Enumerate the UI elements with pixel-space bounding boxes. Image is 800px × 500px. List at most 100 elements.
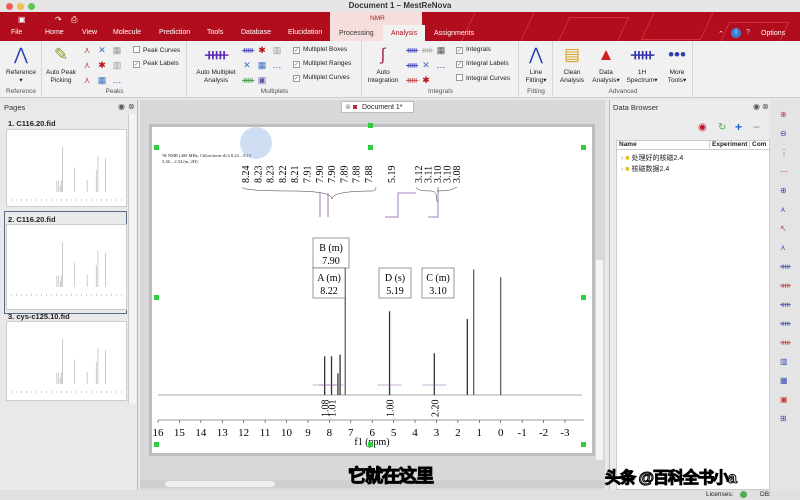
ribbon-tool-icon[interactable]: ▦ <box>436 45 446 55</box>
ribbon-tool-icon[interactable]: ▣ <box>257 75 267 85</box>
undock-icon[interactable]: ◉ <box>118 102 125 111</box>
print-icon[interactable]: ⎙ <box>71 15 77 25</box>
side-tool-icon[interactable]: ⋏ <box>780 205 786 214</box>
side-tool-icon[interactable]: ⋏ <box>780 243 786 252</box>
side-tool-icon[interactable]: ⊞ <box>780 414 787 423</box>
info-icon[interactable]: i <box>731 28 741 38</box>
side-tool-icon[interactable]: ⊕ <box>780 186 787 195</box>
checkbox-multiplet-boxes[interactable]: ✓ Multiplet Boxes <box>293 46 347 54</box>
redo-icon[interactable]: ↷ <box>55 15 62 24</box>
side-tool-icon[interactable]: ᚔ <box>780 281 791 290</box>
data-analysis-button[interactable]: ▲ Data Analysis▾ <box>590 44 622 85</box>
remove-icon[interactable]: − <box>753 120 760 134</box>
ribbon-tool-icon[interactable]: ▥ <box>272 45 282 55</box>
ribbon-tool-icon[interactable]: ᚔ <box>421 45 433 55</box>
checkbox-multiplet-curves[interactable]: ✓ Multiplet Curves <box>293 74 350 82</box>
checkbox-peak-curves[interactable]: Peak Curves <box>133 46 180 54</box>
side-tool-icon[interactable]: ↖ <box>780 224 787 233</box>
side-tool-icon[interactable]: ᚔ <box>780 319 791 328</box>
side-tool-icon[interactable]: ⊕ <box>780 110 787 119</box>
zoom-window-button[interactable] <box>28 3 35 10</box>
tab-molecule[interactable]: Molecule <box>113 29 141 36</box>
ribbon-tool-icon[interactable]: … <box>112 75 122 85</box>
column-experiment[interactable]: Experiment <box>709 141 747 148</box>
resize-handle[interactable] <box>368 145 373 150</box>
ribbon-tool-icon[interactable]: ᚔ <box>242 75 254 85</box>
tab-tools[interactable]: Tools <box>207 29 223 36</box>
license-status-icon[interactable] <box>740 491 747 498</box>
collapse-ribbon-icon[interactable]: ⌃ <box>718 30 724 38</box>
column-comment[interactable]: Com <box>749 141 766 148</box>
ribbon-tool-icon[interactable]: … <box>272 60 282 70</box>
auto-multiplet-analysis-button[interactable]: ᚔ Auto Multiplet Analysis <box>192 44 240 85</box>
ribbon-tool-icon[interactable]: ▦ <box>112 45 122 55</box>
resize-handle[interactable] <box>581 145 586 150</box>
ribbon-tool-icon[interactable]: ✕ <box>421 60 431 70</box>
resize-handle[interactable] <box>154 295 159 300</box>
line-fitting-button[interactable]: ⋀ Line Fitting▾ <box>520 44 552 85</box>
ribbon-tool-icon[interactable]: ▦ <box>97 75 107 85</box>
ribbon-tool-icon[interactable]: ✱ <box>97 60 107 70</box>
tab-file[interactable]: File <box>11 29 22 36</box>
tab-prediction[interactable]: Prediction <box>159 29 190 36</box>
auto-integration-button[interactable]: ∫ Auto Integration <box>364 44 402 85</box>
ribbon-tool-icon[interactable]: ᚔ <box>242 45 254 55</box>
close-window-button[interactable] <box>6 3 13 10</box>
undock-icon[interactable]: ◉ <box>753 102 760 111</box>
side-tool-icon[interactable]: ⊖ <box>780 129 787 138</box>
side-tool-icon[interactable]: ⋯ <box>780 167 788 176</box>
tree-item-folder[interactable]: › ■ 核磁数据2.4 <box>621 164 669 174</box>
spectrum-canvas[interactable]: 16 15 14 13 12 11 10 9 8 7 6 5 4 3 2 1 0 -1 -2 -3 f1 (ppm) 8.… <box>152 123 592 453</box>
minimize-window-button[interactable] <box>17 3 24 10</box>
save-icon[interactable]: ▣ <box>18 15 26 24</box>
ribbon-tool-icon[interactable]: ▥ <box>112 60 122 70</box>
reference-button[interactable]: ⋀ Reference ▾ <box>2 44 40 85</box>
tab-assignments[interactable]: Assignments <box>434 30 474 37</box>
resize-handle[interactable] <box>581 295 586 300</box>
more-tools-button[interactable]: ••• More Tools▾ <box>663 44 691 85</box>
ribbon-tool-icon[interactable]: ᚔ <box>406 60 418 70</box>
resize-handle[interactable] <box>368 442 373 447</box>
clean-analysis-button[interactable]: ▤ Clean Analysis <box>557 44 587 85</box>
pages-scrollbar[interactable] <box>128 114 136 404</box>
tab-processing[interactable]: Processing <box>339 30 374 37</box>
help-icon[interactable]: ? <box>746 29 750 36</box>
tree-item-folder[interactable]: › ■ 处理好的核磁2.4 <box>621 153 683 163</box>
checkbox-integral-labels[interactable]: ✓ Integral Labels <box>456 60 509 68</box>
resize-handle[interactable] <box>154 145 159 150</box>
ribbon-tool-icon[interactable]: ⋏ <box>82 45 92 55</box>
tab-elucidation[interactable]: Elucidation <box>288 29 322 36</box>
refresh-icon[interactable]: ↻ <box>718 122 726 133</box>
rotate-handle[interactable] <box>368 123 373 128</box>
record-icon[interactable]: ◉ <box>698 122 707 133</box>
ribbon-tool-icon[interactable]: ᚔ <box>406 75 418 85</box>
side-tool-icon[interactable]: ⋮ <box>780 148 788 157</box>
document-tab[interactable]: ⊗ ◙ Document 1* <box>341 101 414 113</box>
ribbon-tool-icon[interactable]: ▦ <box>257 60 267 70</box>
ribbon-tool-icon[interactable]: ᚔ <box>406 45 418 55</box>
auto-peak-picking-button[interactable]: ✎ Auto Peak Picking <box>44 44 78 85</box>
close-panel-icon[interactable]: ⊗ <box>128 102 135 111</box>
options-menu[interactable]: Options <box>761 30 785 37</box>
tab-home[interactable]: Home <box>45 29 64 36</box>
1h-spectrum-button[interactable]: ᚔ 1H Spectrum▾ <box>625 44 659 85</box>
ribbon-tool-icon[interactable]: ✱ <box>257 45 267 55</box>
side-tool-icon[interactable]: ▦ <box>780 376 788 385</box>
side-tool-icon[interactable]: ᚔ <box>780 262 791 271</box>
ribbon-tool-icon[interactable]: ✕ <box>97 45 107 55</box>
ribbon-tool-icon[interactable]: … <box>436 60 446 70</box>
checkbox-integrals[interactable]: ✓ Integrals <box>456 46 491 54</box>
ribbon-tool-icon[interactable]: ⋏ <box>82 75 92 85</box>
page-2-title[interactable]: 2. C116.20.fid <box>8 215 56 224</box>
page-1-title[interactable]: 1. C116.20.fid <box>8 119 56 128</box>
close-panel-icon[interactable]: ⊗ <box>762 102 769 111</box>
column-name[interactable]: Name <box>619 141 637 148</box>
side-tool-icon[interactable]: ᚔ <box>780 300 791 309</box>
resize-handle[interactable] <box>154 442 159 447</box>
tab-analysis[interactable]: Analysis <box>391 30 417 37</box>
side-tool-icon[interactable]: ▥ <box>780 357 788 366</box>
add-icon[interactable]: + <box>735 120 742 134</box>
page-1-thumbnail[interactable] <box>6 129 127 207</box>
nmr-spectrum[interactable]: 16 15 14 13 12 11 10 9 8 7 6 5 4 3 2 1 0 -1 -2 -3f1 (ppm)8.… <box>152 127 592 453</box>
checkbox-multiplet-ranges[interactable]: ✓ Multiplet Ranges <box>293 60 351 68</box>
